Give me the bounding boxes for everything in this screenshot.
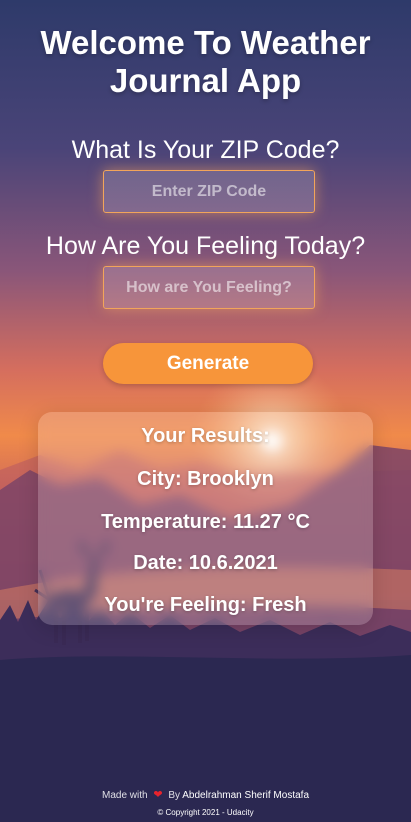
result-date: Date: 10.6.2021 bbox=[133, 552, 278, 574]
page-title: Welcome To Weather Journal App bbox=[0, 24, 411, 100]
heart-icon: ❤ bbox=[153, 789, 163, 801]
made-with-text: Made with bbox=[102, 790, 148, 801]
by-text: By bbox=[168, 790, 181, 801]
generate-button[interactable]: Generate bbox=[103, 343, 313, 384]
result-temperature: Temperature: 11.27 °C bbox=[101, 511, 310, 533]
feelings-input[interactable] bbox=[103, 266, 315, 309]
zip-input[interactable] bbox=[103, 170, 315, 213]
app-page: Welcome To Weather Journal App What Is Y… bbox=[0, 0, 411, 822]
author-name: Abdelrahman Sherif Mostafa bbox=[182, 790, 309, 801]
results-panel: Your Results: City: Brooklyn Temperature… bbox=[38, 412, 373, 625]
title-line-2: Journal App bbox=[109, 62, 302, 99]
footer-copyright: © Copyright 2021 - Udacity bbox=[157, 808, 254, 817]
title-line-1: Welcome To Weather bbox=[40, 24, 371, 61]
zip-label: What Is Your ZIP Code? bbox=[71, 136, 340, 164]
footer-credit: Made with ❤ By Abdelrahman Sherif Mostaf… bbox=[0, 789, 411, 802]
feelings-label: How Are You Feeling Today? bbox=[45, 232, 366, 260]
result-city: City: Brooklyn bbox=[137, 468, 274, 490]
results-heading: Your Results: bbox=[141, 425, 270, 447]
result-feeling: You're Feeling: Fresh bbox=[104, 594, 307, 616]
